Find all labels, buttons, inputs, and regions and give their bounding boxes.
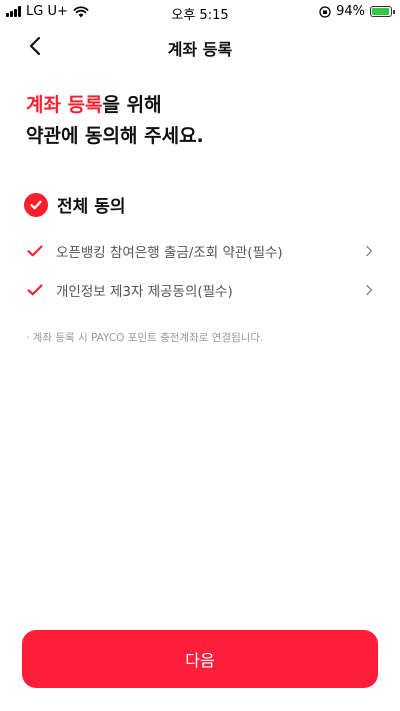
orientation-lock-icon <box>319 5 331 18</box>
battery-percent: 94% <box>336 4 365 19</box>
term-label: 오픈뱅킹 참여은행 출금/조회 약관(필수) <box>56 245 283 261</box>
status-right: 94% <box>319 4 395 19</box>
term-label: 개인정보 제3자 제공동의(필수) <box>56 284 233 300</box>
agree-all-checkbox[interactable]: 전체 동의 <box>24 192 125 217</box>
agree-all-label: 전체 동의 <box>57 197 126 217</box>
chevron-right-icon[interactable] <box>362 244 376 258</box>
term-row-privacy[interactable]: 개인정보 제3자 제공동의(필수) <box>24 276 376 304</box>
headline-line1-rest: 을 위해 <box>102 94 162 116</box>
check-icon <box>24 279 46 301</box>
nav-bar: 계좌 등록 <box>0 26 400 66</box>
headline-line-2: 약관에 동의해 주세요. <box>26 125 204 147</box>
check-circle-icon <box>24 192 48 217</box>
page-title: 계좌 등록 <box>167 40 233 59</box>
check-icon <box>24 240 46 262</box>
next-button[interactable]: 다음 <box>22 630 378 688</box>
headline-accent: 계좌 등록 <box>26 94 103 116</box>
chevron-right-icon[interactable] <box>362 283 376 297</box>
term-row-open-banking[interactable]: 오픈뱅킹 참여은행 출금/조회 약관(필수) <box>24 237 376 265</box>
headline-line-1: 계좌 등록을 위해 <box>26 90 204 121</box>
battery-icon <box>370 6 395 17</box>
notice-text: · 계좌 등록 시 PAYCO 포인트 충전계좌로 연결됩니다. <box>26 332 264 344</box>
status-bar: LG U+ 오후 5:15 94% <box>0 0 400 24</box>
headline: 계좌 등록을 위해 약관에 동의해 주세요. <box>26 90 204 152</box>
